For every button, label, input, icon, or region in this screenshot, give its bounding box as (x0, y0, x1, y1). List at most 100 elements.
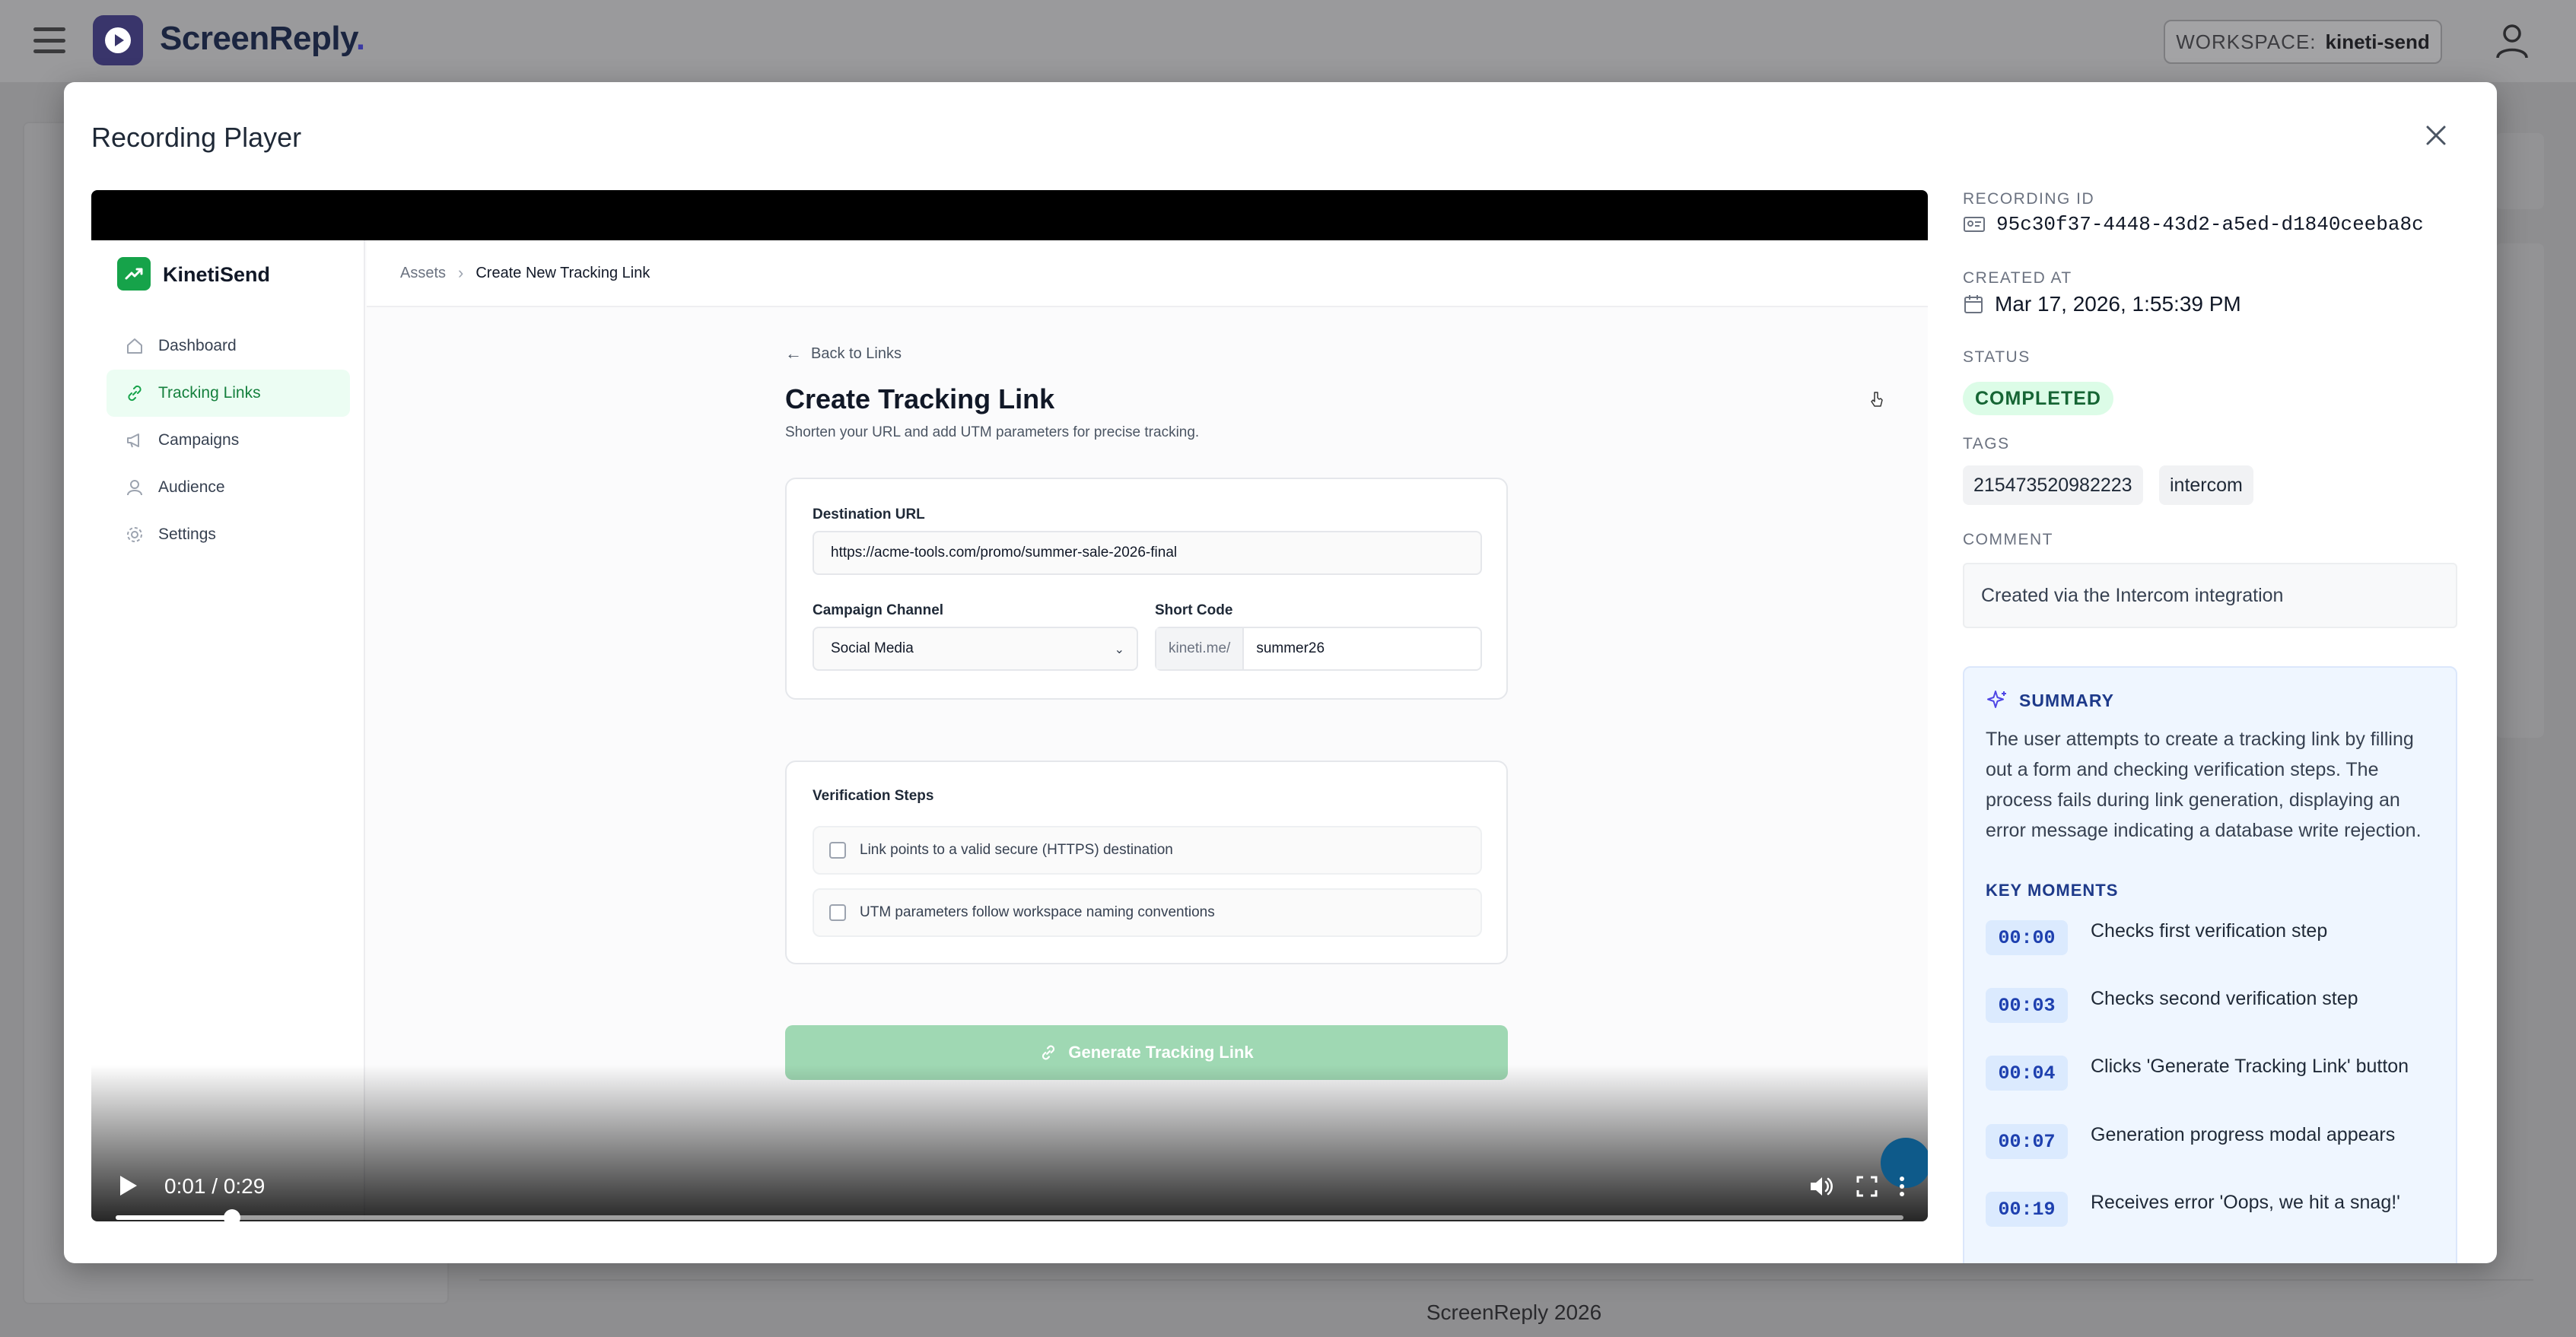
checkbox[interactable] (829, 904, 846, 921)
verification-check-https[interactable]: Link points to a valid secure (HTTPS) de… (813, 826, 1482, 875)
summary-text: The user attempts to create a tracking l… (1986, 729, 2422, 841)
key-moment[interactable]: 00:19 Receives error 'Oops, we hit a sna… (1986, 1181, 2442, 1234)
campaign-channel-value: Social Media (831, 640, 914, 656)
background-card (2495, 133, 2544, 209)
tags-label: TAGS (1963, 435, 2010, 453)
play-icon[interactable] (120, 1176, 137, 1196)
link-icon (1042, 1045, 1055, 1060)
link-icon (128, 385, 142, 402)
footer-copyright: ScreenReply 2026 (1426, 1300, 1602, 1324)
created-at-value: Mar 17, 2026, 1:55:39 PM (1995, 292, 2241, 316)
summary-heading: SUMMARY (1986, 689, 2114, 712)
summary-label: SUMMARY (2019, 690, 2114, 710)
link-details-card: Destination URL https://acme-tools.com/p… (785, 478, 1508, 700)
kinetisend-logo-icon (117, 257, 151, 291)
destination-url-input[interactable]: https://acme-tools.com/promo/summer-sale… (813, 531, 1482, 575)
tag-chip[interactable]: intercom (2159, 465, 2253, 505)
chevron-right-icon: › (458, 263, 464, 282)
nav-item-settings[interactable]: Settings (107, 511, 350, 558)
short-code-value: summer26 (1256, 640, 1325, 656)
key-moment-timestamp[interactable]: 00:00 (1986, 920, 2068, 955)
verification-card: Verification Steps Link points to a vali… (785, 761, 1508, 964)
video-progress-thumb[interactable] (223, 1209, 240, 1221)
play-logo-icon (105, 27, 131, 53)
megaphone-icon (127, 433, 139, 448)
key-moment-timestamp[interactable]: 00:07 (1986, 1124, 2068, 1159)
nav-item-audience[interactable]: Audience (107, 464, 350, 511)
volume-icon[interactable] (1806, 1171, 1837, 1202)
short-code-input[interactable]: kineti.me/ summer26 (1155, 627, 1482, 671)
mouse-cursor-icon (1871, 392, 1883, 407)
status-badge: COMPLETED (1963, 382, 2113, 415)
key-moment-timestamp[interactable]: 00:04 (1986, 1056, 2068, 1091)
breadcrumb: Assets › Create New Tracking Link (367, 240, 1928, 307)
modal-title: Recording Player (91, 122, 302, 153)
key-moment-text: Receives error 'Oops, we hit a snag!' (2091, 1192, 2400, 1213)
app-logo (93, 15, 143, 65)
check-label: UTM parameters follow workspace naming c… (860, 904, 1215, 920)
video-player[interactable]: KinetiSend Dashboard Tracking Links Camp… (91, 190, 1928, 1221)
form-title: Create Tracking Link (785, 383, 1055, 414)
footer-divider (479, 1279, 2533, 1281)
nav-item-dashboard[interactable]: Dashboard (107, 322, 350, 370)
video-controls: 0:01 / 0:29 (91, 1145, 1928, 1221)
back-to-links-link[interactable]: ← Back to Links (785, 344, 902, 364)
created-at-label: CREATED AT (1963, 269, 2072, 287)
menu-icon[interactable] (33, 27, 65, 53)
recorded-nav: Dashboard Tracking Links Campaigns Audie… (107, 322, 350, 558)
breadcrumb-assets[interactable]: Assets (400, 265, 446, 282)
key-moment-timestamp[interactable]: 00:03 (1986, 988, 2068, 1023)
workspace-value: kineti-send (2325, 30, 2430, 53)
top-navigation-bar: ScreenReply. WORKSPACE: kineti-send (0, 0, 2576, 82)
nav-item-campaigns[interactable]: Campaigns (107, 417, 350, 464)
short-code-label: Short Code (1155, 602, 1233, 618)
created-at: Mar 17, 2026, 1:55:39 PM (1963, 292, 2241, 316)
more-options-icon[interactable] (1887, 1171, 1917, 1202)
comment-label: COMMENT (1963, 531, 2053, 548)
key-moment[interactable]: 00:04 Clicks 'Generate Tracking Link' bu… (1986, 1045, 2442, 1098)
video-time: 0:01 / 0:29 (164, 1174, 266, 1198)
tag-chip[interactable]: 215473520982223 (1963, 465, 2143, 505)
destination-url-label: Destination URL (813, 507, 925, 522)
sparkle-icon (1987, 691, 2006, 708)
recording-player-modal: Recording Player KinetiSend Dashboard Tr… (64, 82, 2497, 1263)
key-moment[interactable]: 00:00 Checks first verification step (1986, 910, 2442, 963)
comment-box: Created via the Intercom integration (1963, 563, 2457, 628)
nav-label: Dashboard (158, 337, 237, 354)
gear-icon (127, 527, 142, 542)
status-label: STATUS (1963, 348, 2031, 366)
user-account-icon[interactable] (2495, 23, 2529, 59)
form-subtitle: Shorten your URL and add UTM parameters … (785, 424, 1200, 440)
background-card (2495, 243, 2544, 738)
workspace-switcher[interactable]: WORKSPACE: kineti-send (2164, 20, 2442, 64)
recording-id: 95c30f37-4448-43d2-a5ed-d1840ceeba8c (1963, 213, 2424, 236)
nav-label: Campaigns (158, 431, 240, 449)
fullscreen-icon[interactable] (1852, 1171, 1882, 1202)
generate-button-label: Generate Tracking Link (1068, 1043, 1254, 1062)
destination-url-value: https://acme-tools.com/promo/summer-sale… (831, 545, 1178, 561)
key-moments-heading: KEY MOMENTS (1986, 881, 2119, 900)
back-link-label: Back to Links (811, 345, 902, 362)
campaign-channel-select[interactable]: Social Media ⌄ (813, 627, 1138, 671)
checkbox[interactable] (829, 842, 846, 859)
nav-item-tracking-links[interactable]: Tracking Links (107, 370, 350, 417)
key-moment[interactable]: 00:03 Checks second verification step (1986, 977, 2442, 1031)
key-moment[interactable]: 00:07 Generation progress modal appears (1986, 1113, 2442, 1167)
summary-panel: SUMMARY The user attempts to create a tr… (1963, 666, 2457, 1263)
breadcrumb-current: Create New Tracking Link (475, 264, 650, 281)
user-icon (127, 480, 142, 496)
recording-details-panel: RECORDING ID 95c30f37-4448-43d2-a5ed-d18… (1963, 190, 2465, 1263)
video-progress-bar[interactable] (116, 1209, 1903, 1221)
nav-label: Audience (158, 478, 225, 496)
key-moment-text: Clicks 'Generate Tracking Link' button (2091, 1056, 2409, 1077)
nav-label: Tracking Links (158, 384, 261, 402)
close-icon[interactable] (2421, 120, 2451, 151)
key-moment-timestamp[interactable]: 00:19 (1986, 1192, 2068, 1227)
check-label: Link points to a valid secure (HTTPS) de… (860, 842, 1173, 858)
key-moment-text: Checks second verification step (2091, 988, 2358, 1009)
arrow-left-icon: ← (785, 344, 802, 363)
campaign-channel-label: Campaign Channel (813, 602, 944, 618)
verification-check-utm[interactable]: UTM parameters follow workspace naming c… (813, 888, 1482, 937)
app-brand-name: ScreenReply. (160, 20, 365, 57)
video-progress-fill (116, 1215, 232, 1220)
